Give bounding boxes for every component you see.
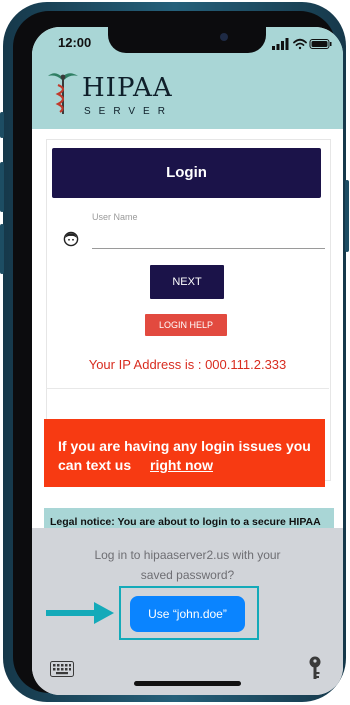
keyboard-icon[interactable]: [50, 661, 74, 677]
next-button[interactable]: NEXT: [150, 265, 224, 299]
signal-icon: [272, 38, 289, 50]
card-divider: [46, 388, 329, 389]
key-icon[interactable]: [308, 656, 322, 680]
login-title: Login: [52, 148, 321, 198]
arrow-right-icon: [46, 602, 114, 624]
phone-bezel: 12:00 HIPAA SERVER Login User Name NEXT …: [13, 11, 343, 695]
notch: [108, 27, 266, 53]
front-camera: [220, 33, 228, 41]
legal-notice-text: Legal notice: You are about to login to …: [50, 516, 321, 528]
status-time: 12:00: [58, 35, 92, 50]
username-input[interactable]: [92, 227, 325, 249]
wifi-icon: [293, 38, 307, 50]
mute-switch: [0, 112, 4, 138]
volume-up-button: [0, 162, 4, 212]
right-now-link[interactable]: right now: [150, 457, 213, 473]
phone-frame: 12:00 HIPAA SERVER Login User Name NEXT …: [0, 2, 349, 702]
logo-text: HIPAA: [82, 73, 173, 103]
phone-screen: 12:00 HIPAA SERVER Login User Name NEXT …: [32, 27, 343, 695]
username-label: User Name: [92, 212, 138, 222]
power-button: [345, 180, 349, 252]
banner-line-1: If you are having any login issues you: [58, 438, 311, 454]
logo-subtext: SERVER: [84, 106, 173, 117]
person-icon: [63, 231, 79, 247]
caduceus-icon: [48, 73, 78, 114]
status-icons: [272, 38, 332, 50]
ip-address-text: Your IP Address is : 000.111.2.333: [88, 357, 287, 372]
username-underline: [92, 248, 325, 249]
autofill-prompt-line-2: saved password?: [140, 568, 235, 582]
volume-down-button: [0, 224, 4, 274]
autofill-prompt: Log in to hipaaserver2.us with your save…: [32, 545, 343, 585]
use-saved-password-button[interactable]: Use “john.doe”: [130, 596, 245, 632]
banner-line-2: can text us: [58, 457, 132, 473]
autofill-prompt-line-1: Log in to hipaaserver2.us with your: [94, 548, 281, 562]
home-indicator[interactable]: [134, 681, 241, 686]
battery-icon: [309, 39, 332, 49]
login-help-button[interactable]: LOGIN HELP: [145, 314, 227, 336]
